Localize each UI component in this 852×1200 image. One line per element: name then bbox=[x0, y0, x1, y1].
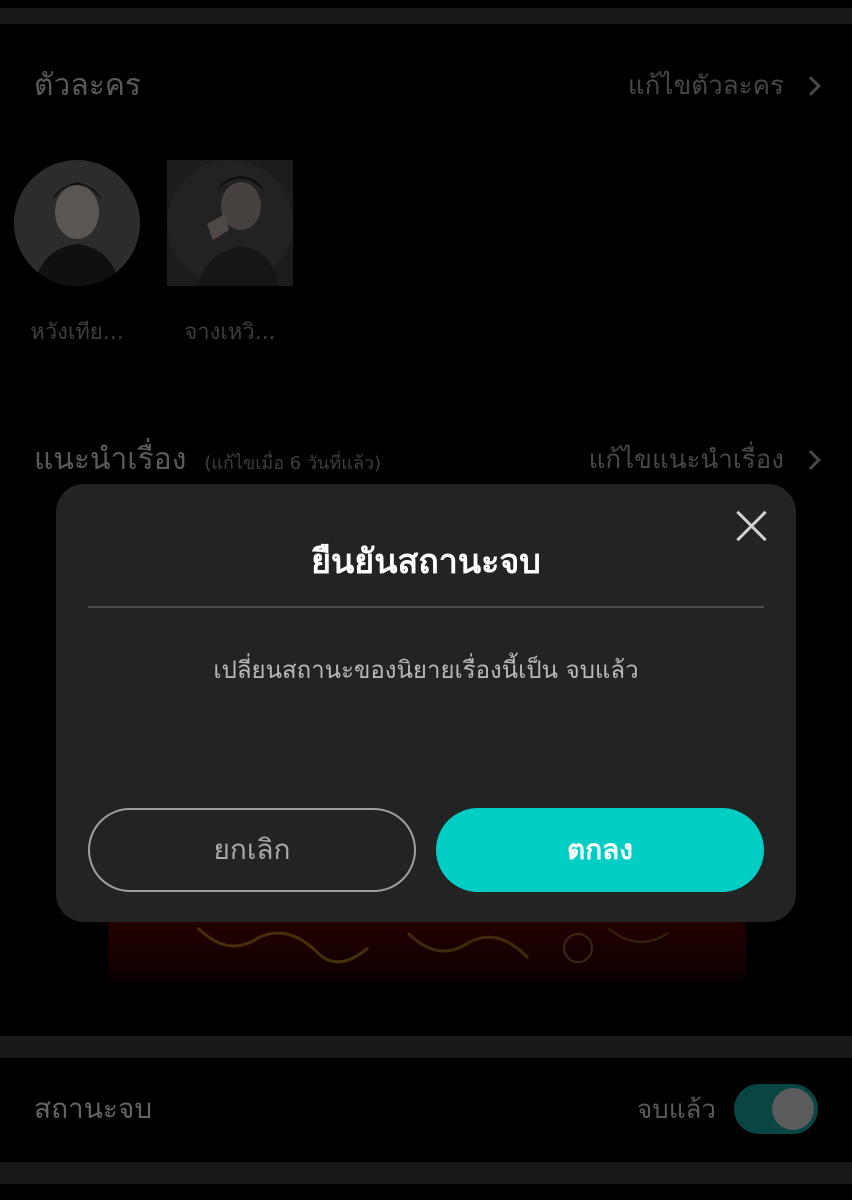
finish-status-row: สถานะจบ จบแล้ว bbox=[0, 1084, 852, 1134]
cancel-button[interactable]: ยกเลิก bbox=[88, 808, 416, 892]
toggle-knob bbox=[772, 1088, 814, 1130]
confirm-finish-dialog: ยืนยันสถานะจบ เปลี่ยนสถานะของนิยายเรื่อง… bbox=[56, 484, 796, 922]
chevron-right-icon bbox=[801, 449, 821, 470]
close-icon[interactable] bbox=[734, 508, 770, 544]
synopsis-edited-time: (แก้ไขเมื่อ 6 วันที่แล้ว) bbox=[204, 453, 381, 474]
finish-status-label: สถานะจบ bbox=[34, 1092, 153, 1125]
bottom-separator bbox=[0, 1162, 852, 1184]
finish-status-value: จบแล้ว bbox=[636, 1094, 716, 1125]
characters-title: ตัวละคร bbox=[34, 68, 142, 103]
top-separator bbox=[0, 8, 852, 24]
chevron-right-icon bbox=[801, 75, 821, 96]
characters-header: ตัวละคร แก้ไขตัวละคร bbox=[0, 62, 852, 109]
dialog-title: ยืนยันสถานะจบ bbox=[311, 542, 541, 582]
section-separator bbox=[0, 1036, 852, 1058]
character-name: หวังเทีย... bbox=[30, 320, 124, 345]
cover-image bbox=[108, 918, 746, 988]
finish-status-toggle[interactable] bbox=[734, 1084, 818, 1134]
character-item[interactable]: หวังเทีย... bbox=[14, 160, 140, 349]
dialog-message: เปลี่ยนสถานะของนิยายเรื่องนี้เป็น จบแล้ว bbox=[213, 656, 639, 684]
synopsis-header: แนะนำเรื่อง (แก้ไขเมื่อ 6 วันที่แล้ว) แก… bbox=[0, 436, 852, 483]
character-avatar bbox=[167, 160, 293, 286]
confirm-button[interactable]: ตกลง bbox=[436, 808, 764, 892]
edit-characters-label: แก้ไขตัวละคร bbox=[627, 71, 784, 101]
finish-status-control: จบแล้ว bbox=[637, 1084, 818, 1134]
synopsis-title: แนะนำเรื่อง bbox=[34, 442, 187, 477]
synopsis-heading: แนะนำเรื่อง (แก้ไขเมื่อ 6 วันที่แล้ว) bbox=[34, 436, 381, 483]
dialog-divider bbox=[88, 606, 764, 608]
edit-synopsis-label: แก้ไขแนะนำเรื่อง bbox=[588, 445, 784, 475]
edit-characters-link[interactable]: แก้ไขตัวละคร bbox=[627, 65, 821, 106]
edit-synopsis-link[interactable]: แก้ไขแนะนำเรื่อง bbox=[588, 439, 821, 480]
character-avatar bbox=[14, 160, 140, 286]
character-name: จางเหวิ... bbox=[184, 320, 276, 345]
character-item[interactable]: จางเหวิ... bbox=[167, 160, 293, 349]
